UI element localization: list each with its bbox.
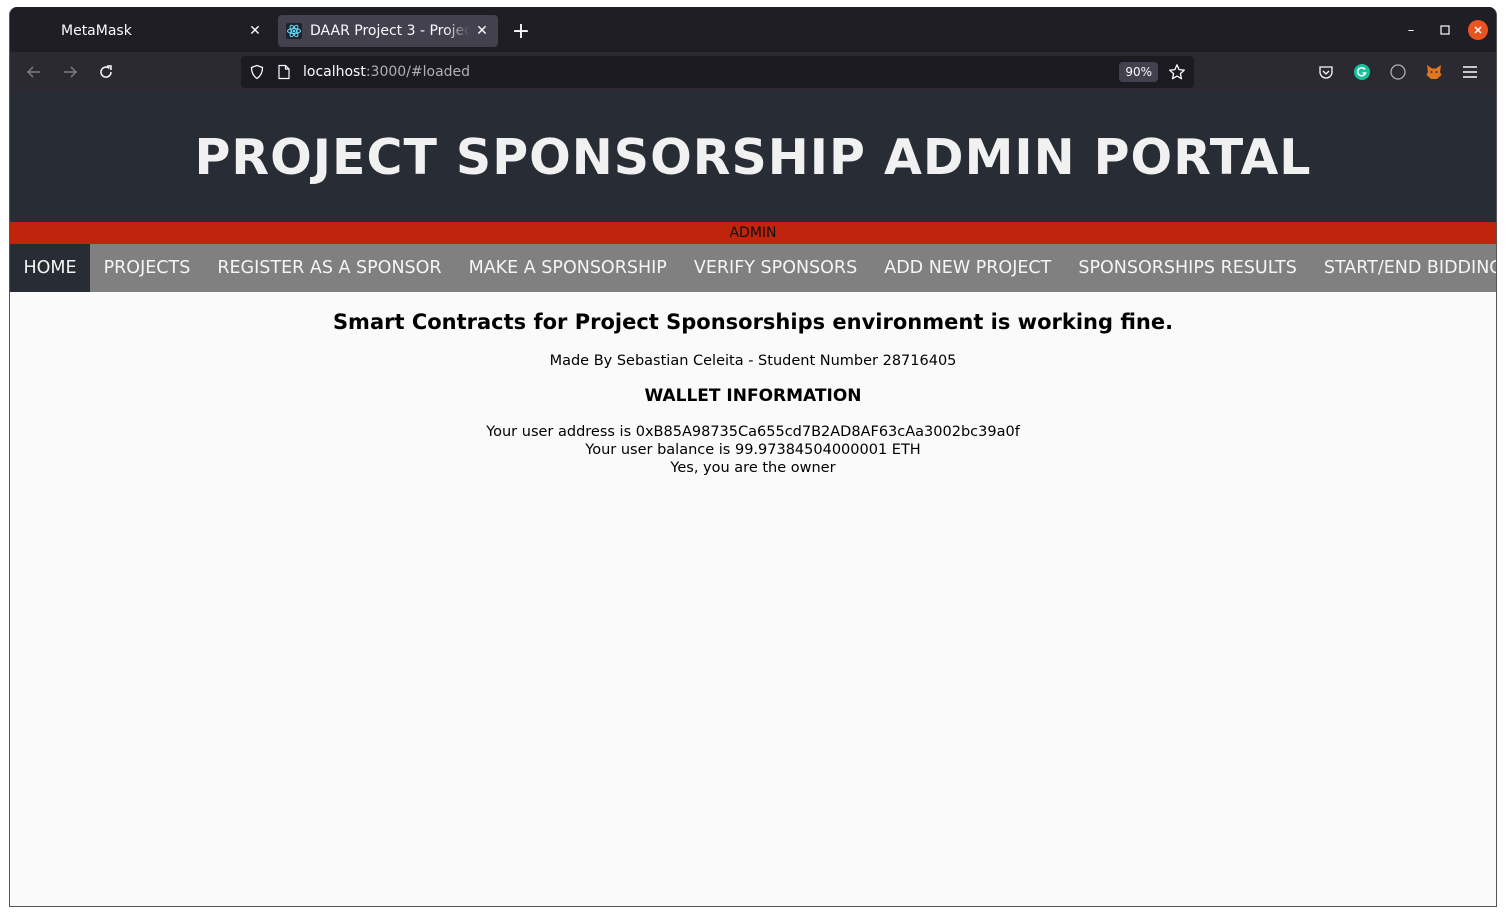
menu-item-label: ADD NEW PROJECT: [884, 258, 1052, 278]
tab-label: DAAR Project 3 - Project Sponsorship: [310, 23, 470, 39]
maximize-icon[interactable]: [1434, 19, 1456, 41]
role-banner: ADMIN: [10, 222, 1496, 244]
browser-window: MetaMask ✕ DAAR Project 3 - Project Spon…: [9, 7, 1497, 907]
menu-item-register-sponsor[interactable]: REGISTER AS A SPONSOR: [204, 244, 455, 292]
tab-daar-project[interactable]: DAAR Project 3 - Project Sponsorship ✕: [278, 15, 498, 47]
menu-item-label: VERIFY SPONSORS: [693, 258, 858, 278]
minimize-icon[interactable]: –: [1400, 19, 1422, 41]
page-viewport: PROJECT SPONSORSHIP ADMIN PORTAL ADMIN H…: [10, 92, 1496, 906]
tab-metamask[interactable]: MetaMask ✕: [16, 15, 271, 47]
reload-icon[interactable]: [92, 58, 120, 86]
tracking-shield-icon[interactable]: [246, 61, 268, 83]
page-icon[interactable]: [273, 61, 295, 83]
window-controls: –: [1400, 19, 1488, 41]
pocket-icon[interactable]: [1314, 58, 1338, 86]
tab-label: MetaMask: [61, 23, 132, 39]
menu-item-make-sponsorship[interactable]: MAKE A SPONSORSHIP: [455, 244, 680, 292]
author-credit: Made By Sebastian Celeita - Student Numb…: [549, 353, 957, 369]
forward-arrow-icon[interactable]: [56, 58, 84, 86]
role-label: ADMIN: [729, 225, 777, 241]
menu-item-label: PROJECTS: [103, 258, 191, 278]
menu-item-sponsorship-results[interactable]: SPONSORSHIPS RESULTS: [1065, 244, 1311, 292]
react-favicon-icon: [286, 23, 302, 39]
menu-item-label: REGISTER AS A SPONSOR: [217, 258, 442, 278]
menu-item-verify-sponsors[interactable]: VERIFY SPONSORS: [680, 244, 870, 292]
menu-item-projects[interactable]: PROJECTS: [90, 244, 204, 292]
page-title: PROJECT SPONSORSHIP ADMIN PORTAL: [194, 128, 1312, 186]
new-tab-button[interactable]: +: [507, 17, 535, 45]
menu-item-label: SPONSORSHIPS RESULTS: [1078, 258, 1297, 278]
url-bar[interactable]: localhost:3000/#loaded 90%: [241, 56, 1194, 88]
toolbar-extensions: [1314, 58, 1482, 86]
user-balance: Your user balance is 99.97384504000001 E…: [585, 442, 921, 458]
grammarly-icon[interactable]: [1350, 58, 1374, 86]
extension-icon[interactable]: [1386, 58, 1410, 86]
url-text[interactable]: localhost:3000/#loaded: [303, 64, 1119, 80]
menu-item-home[interactable]: HOME: [10, 244, 91, 292]
navigation-toolbar: localhost:3000/#loaded 90%: [10, 52, 1496, 92]
menu-item-add-project[interactable]: ADD NEW PROJECT: [871, 244, 1065, 292]
owner-status: Yes, you are the owner: [670, 460, 836, 476]
url-path: :3000/#loaded: [365, 64, 471, 80]
wallet-info: Your user address is 0xB85A98735Ca655cd7…: [10, 423, 1496, 477]
hamburger-menu-icon[interactable]: [1458, 58, 1482, 86]
back-arrow-icon[interactable]: [20, 58, 48, 86]
site-header: PROJECT SPONSORSHIP ADMIN PORTAL: [10, 92, 1496, 222]
menu-item-label: MAKE A SPONSORSHIP: [468, 258, 667, 278]
close-icon[interactable]: ✕: [243, 19, 267, 43]
close-icon[interactable]: ✕: [470, 19, 494, 43]
star-icon[interactable]: [1166, 61, 1188, 83]
tab-strip: MetaMask ✕ DAAR Project 3 - Project Spon…: [10, 7, 1496, 52]
window-close-icon[interactable]: [1468, 20, 1488, 40]
zoom-level-badge[interactable]: 90%: [1119, 62, 1158, 82]
wallet-heading: WALLET INFORMATION: [644, 386, 862, 406]
home-content: Smart Contracts for Project Sponsorships…: [10, 310, 1496, 477]
user-address: Your user address is 0xB85A98735Ca655cd7…: [486, 424, 1020, 440]
url-host: localhost: [303, 64, 366, 80]
menu-item-start-end-bidding[interactable]: START/END BIDDING: [1310, 244, 1497, 292]
main-menu: HOME PROJECTS REGISTER AS A SPONSOR MAKE…: [10, 244, 1496, 292]
metamask-fox-icon[interactable]: [1422, 58, 1446, 86]
status-heading: Smart Contracts for Project Sponsorships…: [332, 310, 1174, 334]
menu-item-label: HOME: [23, 258, 77, 278]
menu-item-label: START/END BIDDING: [1323, 258, 1497, 278]
